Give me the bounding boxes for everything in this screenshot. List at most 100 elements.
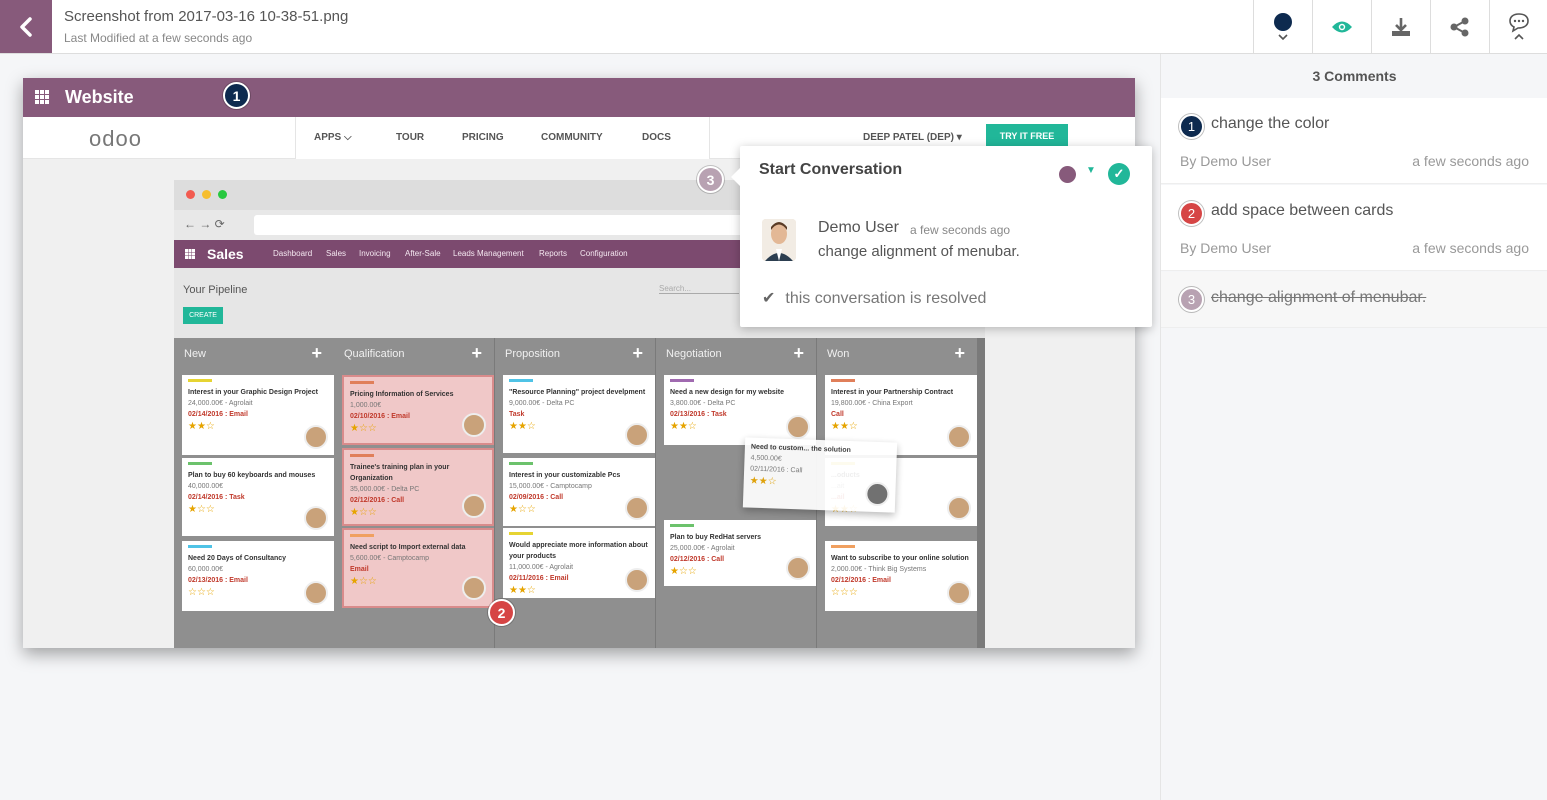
create-button: CREATE [183, 307, 223, 324]
eye-icon [1332, 21, 1352, 32]
add-card-icon: + [793, 343, 804, 363]
card-meta: 9,000.00€ - Delta PC [509, 400, 575, 407]
card-title: Plan to buy RedHat servers [670, 534, 762, 541]
avatar [304, 581, 328, 605]
card-deadline: 02/14/2016 : Email [188, 411, 248, 418]
apps-grid-icon [35, 90, 49, 104]
comment-author: By Demo User [1180, 240, 1272, 256]
kanban-card: Need a new design for my website 3,800.00… [664, 375, 816, 445]
maximize-dot-icon [218, 190, 227, 199]
add-card-icon: + [954, 343, 965, 363]
comment-marker-2[interactable]: 2 [488, 599, 515, 626]
card-tag [509, 462, 533, 465]
card-deadline: 02/14/2016 : Task [188, 494, 245, 501]
close-dot-icon [186, 190, 195, 199]
comments-toggle-button[interactable] [1489, 0, 1547, 53]
comment-item-resolved[interactable]: 3 change alignment of menubar. [1161, 272, 1547, 328]
back-button[interactable] [0, 0, 52, 53]
color-dot-icon [1274, 12, 1292, 40]
kanban-column-title: New [184, 348, 207, 360]
try-free-button: TRY IT FREE [986, 124, 1068, 148]
search-field: Search... [659, 284, 739, 294]
kanban-card: Trainee's training plan in your Organiza… [342, 448, 494, 526]
card-title: Interest in your customizable Pcs [509, 472, 621, 479]
caret-down-icon[interactable]: ▼ [1086, 165, 1096, 176]
avatar [786, 415, 810, 439]
card-tag [831, 379, 855, 382]
comment-text: change alignment of menubar. [1211, 289, 1427, 306]
kanban-card: "Resource Planning" project develpment 9,… [503, 375, 655, 453]
card-meta: 2,000.00€ - Think Big Systems [831, 566, 927, 573]
card-title: Pricing Information of Services [350, 391, 454, 398]
kanban-column: Proposition + "Resource Planning" project … [495, 338, 655, 648]
avatar [864, 481, 890, 507]
card-tag [188, 462, 212, 465]
avatar [462, 494, 486, 518]
comment-number-badge: 3 [1179, 287, 1204, 312]
sales-menu-item: Sales [326, 249, 347, 258]
avatar [462, 576, 486, 600]
card-title: "Resource Planning" project develpment [509, 389, 646, 396]
avatar [462, 413, 486, 437]
card-tag [350, 534, 374, 537]
comment-number-badge: 2 [1179, 201, 1204, 226]
comment-marker-3[interactable]: 3 [697, 166, 724, 193]
kanban-card: Need script to Import external data 5,600… [342, 528, 494, 608]
card-tag [350, 381, 374, 384]
kanban-column-title: Qualification [344, 348, 405, 360]
card-deadline: Task [509, 411, 525, 418]
sales-menu-item: Leads Management [453, 249, 524, 258]
card-tag [831, 545, 855, 548]
visibility-button[interactable] [1312, 0, 1371, 53]
card-tag [670, 379, 694, 382]
kanban-board: New + Interest in your Graphic Design Proj… [174, 338, 985, 648]
kanban-card: Interest in your customizable Pcs 15,000.… [503, 458, 655, 526]
share-button[interactable] [1430, 0, 1489, 53]
avatar [625, 496, 649, 520]
nav-pricing: PRICING [462, 132, 504, 143]
card-title: Interest in your Partnership Contract [831, 389, 954, 396]
avatar [947, 496, 971, 520]
card-tag [188, 545, 212, 548]
card-meta: 24,000.00€ - Agrolait [188, 400, 253, 407]
top-bar: Screenshot from 2017-03-16 10-38-51.png … [0, 0, 1547, 54]
card-meta: 25,000.00€ - Agrolait [670, 545, 735, 552]
avatar [786, 556, 810, 580]
pipeline-title: Your Pipeline [183, 284, 248, 296]
kanban-column: Qualification + Pricing Information of Ser… [334, 338, 494, 648]
comments-sidebar: 3 Comments 1 change the color By Demo Us… [1160, 54, 1547, 800]
color-picker-button[interactable] [1253, 0, 1312, 53]
kanban-card: Plan to buy 60 keyboards and mouses 40,00… [182, 458, 334, 536]
card-deadline: Email [350, 566, 369, 573]
comment-number-badge: 1 [1179, 114, 1204, 139]
comment-item[interactable]: 1 change the color By Demo User a few se… [1161, 98, 1547, 184]
avatar [947, 425, 971, 449]
dragged-kanban-card: Need to custom... the solution 4,500.00€ 0… [742, 437, 898, 513]
card-title: Interest in your Graphic Design Project [188, 389, 318, 396]
card-title: Need script to Import external data [350, 544, 466, 551]
card-meta: 19,800.00€ - China Export [831, 400, 913, 407]
comment-time: a few seconds ago [1412, 153, 1529, 169]
comment-marker-1[interactable]: 1 [223, 82, 250, 109]
nav-docs: DOCS [642, 132, 671, 143]
resolve-check-icon[interactable]: ✓ [1108, 163, 1130, 185]
card-title: Want to subscribe to your online solutio… [831, 555, 969, 562]
share-icon [1450, 17, 1469, 36]
comment-item[interactable]: 2 add space between cards By Demo User a… [1161, 185, 1547, 271]
download-button[interactable] [1371, 0, 1430, 53]
card-tag [509, 379, 533, 382]
marker-color-button[interactable] [1059, 166, 1076, 183]
kanban-card: Would appreciate more information about … [503, 528, 655, 598]
add-card-icon: + [632, 343, 643, 363]
avatar [625, 423, 649, 447]
comment-message: change alignment of menubar. [818, 243, 1020, 260]
card-meta: 15,000.00€ - Camptocamp [509, 483, 592, 490]
avatar [304, 425, 328, 449]
sales-menu-item: Invoicing [359, 249, 391, 258]
kanban-card: Pricing Information of Services 1,000.00€… [342, 375, 494, 445]
card-title: Would appreciate more information about … [509, 542, 648, 560]
nav-apps: APPS ⌵ [314, 132, 352, 143]
sales-menu-item: Reports [539, 249, 568, 258]
website-header: Website [23, 78, 1135, 117]
card-title: Need 20 Days of Consultancy [188, 555, 287, 562]
